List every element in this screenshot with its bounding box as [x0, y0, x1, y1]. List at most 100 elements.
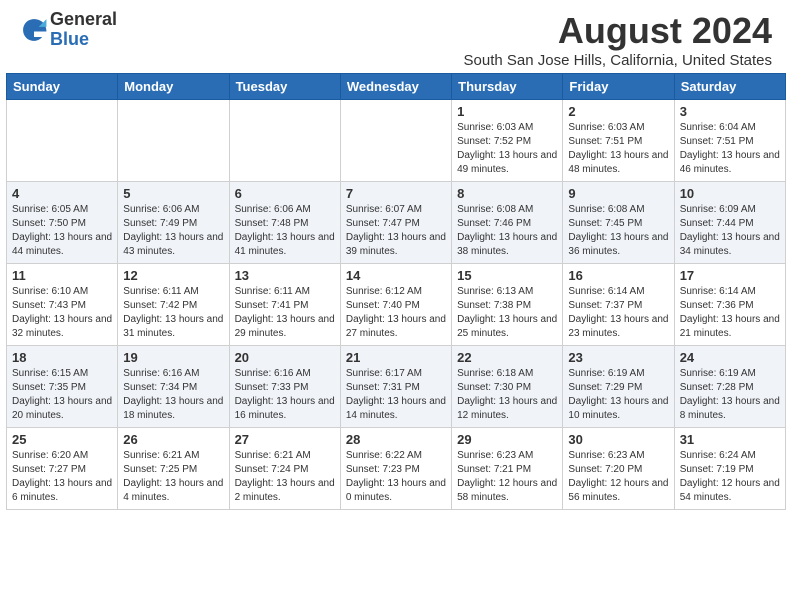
day-number: 23	[568, 350, 668, 365]
day-info: Sunrise: 6:06 AMSunset: 7:49 PMDaylight:…	[123, 203, 223, 259]
calendar-cell: 11 Sunrise: 6:10 AMSunset: 7:43 PMDayligh…	[7, 264, 118, 346]
day-number: 29	[457, 432, 557, 447]
calendar-cell: 6Sunrise: 6:06 AMSunset: 7:48 PMDaylight…	[229, 182, 340, 264]
day-number: 17	[680, 268, 780, 283]
day-info: Sunrise: 6:11 AMSunset: 7:42 PMDaylight:…	[123, 285, 223, 341]
day-info: Sunrise: 6:21 AMSunset: 7:24 PMDaylight:…	[235, 449, 335, 505]
day-number: 10	[680, 186, 780, 201]
logo: General Blue	[20, 10, 117, 50]
day-info: Sunrise: 6:10 AMSunset: 7:43 PMDaylight:…	[12, 285, 112, 341]
day-info: Sunrise: 6:16 AMSunset: 7:33 PMDaylight:…	[235, 367, 335, 423]
day-info: Sunrise: 6:05 AMSunset: 7:50 PMDaylight:…	[12, 203, 112, 259]
day-info: Sunrise: 6:03 AMSunset: 7:52 PMDaylight:…	[457, 121, 557, 177]
calendar-week-row: 25 Sunrise: 6:20 AMSunset: 7:27 PMDayligh…	[7, 428, 786, 510]
day-number: 18	[12, 350, 112, 365]
calendar-cell: 28 Sunrise: 6:22 AMSunset: 7:23 PMDayligh…	[340, 428, 451, 510]
day-info: Sunrise: 6:16 AMSunset: 7:34 PMDaylight:…	[123, 367, 223, 423]
calendar-cell	[118, 100, 229, 182]
header-wednesday: Wednesday	[340, 74, 451, 100]
day-number: 4	[12, 186, 112, 201]
calendar-cell: 12 Sunrise: 6:11 AMSunset: 7:42 PMDayligh…	[118, 264, 229, 346]
day-info: Sunrise: 6:14 AMSunset: 7:36 PMDaylight:…	[680, 285, 780, 341]
day-number: 5	[123, 186, 223, 201]
calendar-cell: 18 Sunrise: 6:15 AMSunset: 7:35 PMDayligh…	[7, 346, 118, 428]
calendar-cell	[7, 100, 118, 182]
subtitle: South San Jose Hills, California, United…	[464, 52, 773, 69]
day-info: Sunrise: 6:12 AMSunset: 7:40 PMDaylight:…	[346, 285, 446, 341]
calendar-cell: 24 Sunrise: 6:19 AMSunset: 7:28 PMDayligh…	[674, 346, 785, 428]
header-monday: Monday	[118, 74, 229, 100]
calendar-header-row: Sunday Monday Tuesday Wednesday Thursday…	[7, 74, 786, 100]
day-number: 20	[235, 350, 335, 365]
calendar-cell	[229, 100, 340, 182]
calendar-cell: 20 Sunrise: 6:16 AMSunset: 7:33 PMDayligh…	[229, 346, 340, 428]
calendar-cell: 9 Sunrise: 6:08 AMSunset: 7:45 PMDaylight…	[563, 182, 674, 264]
calendar-cell	[340, 100, 451, 182]
logo-text: General Blue	[50, 10, 117, 50]
calendar-week-row: 1 Sunrise: 6:03 AMSunset: 7:52 PMDaylight…	[7, 100, 786, 182]
calendar-week-row: 4 Sunrise: 6:05 AMSunset: 7:50 PMDaylight…	[7, 182, 786, 264]
day-info: Sunrise: 6:24 AMSunset: 7:19 PMDaylight:…	[680, 449, 780, 505]
calendar-cell: 27 Sunrise: 6:21 AMSunset: 7:24 PMDayligh…	[229, 428, 340, 510]
calendar-week-row: 18 Sunrise: 6:15 AMSunset: 7:35 PMDayligh…	[7, 346, 786, 428]
day-number: 9	[568, 186, 668, 201]
day-number: 1	[457, 104, 557, 119]
calendar-cell: 23 Sunrise: 6:19 AMSunset: 7:29 PMDayligh…	[563, 346, 674, 428]
calendar-cell: 16Sunrise: 6:14 AMSunset: 7:37 PMDayligh…	[563, 264, 674, 346]
header-thursday: Thursday	[452, 74, 563, 100]
day-info: Sunrise: 6:04 AMSunset: 7:51 PMDaylight:…	[680, 121, 780, 177]
calendar-cell: 5 Sunrise: 6:06 AMSunset: 7:49 PMDaylight…	[118, 182, 229, 264]
day-info: Sunrise: 6:19 AMSunset: 7:29 PMDaylight:…	[568, 367, 668, 423]
page-header: General Blue August 2024 South San Jose …	[0, 0, 792, 73]
day-number: 24	[680, 350, 780, 365]
day-number: 14	[346, 268, 446, 283]
day-number: 3	[680, 104, 780, 119]
calendar-cell: 30Sunrise: 6:23 AMSunset: 7:20 PMDayligh…	[563, 428, 674, 510]
calendar-cell: 2Sunrise: 6:03 AMSunset: 7:51 PMDaylight…	[563, 100, 674, 182]
day-info: Sunrise: 6:15 AMSunset: 7:35 PMDaylight:…	[12, 367, 112, 423]
logo-icon	[20, 16, 48, 44]
calendar-cell: 26 Sunrise: 6:21 AMSunset: 7:25 PMDayligh…	[118, 428, 229, 510]
day-number: 28	[346, 432, 446, 447]
calendar-cell: 14 Sunrise: 6:12 AMSunset: 7:40 PMDayligh…	[340, 264, 451, 346]
day-info: Sunrise: 6:17 AMSunset: 7:31 PMDaylight:…	[346, 367, 446, 423]
day-info: Sunrise: 6:21 AMSunset: 7:25 PMDaylight:…	[123, 449, 223, 505]
calendar-cell: 4 Sunrise: 6:05 AMSunset: 7:50 PMDaylight…	[7, 182, 118, 264]
calendar-cell: 21 Sunrise: 6:17 AMSunset: 7:31 PMDayligh…	[340, 346, 451, 428]
day-info: Sunrise: 6:20 AMSunset: 7:27 PMDaylight:…	[12, 449, 112, 505]
day-number: 27	[235, 432, 335, 447]
day-info: Sunrise: 6:23 AMSunset: 7:20 PMDaylight:…	[568, 449, 668, 505]
day-info: Sunrise: 6:23 AMSunset: 7:21 PMDaylight:…	[457, 449, 557, 505]
day-number: 7	[346, 186, 446, 201]
day-info: Sunrise: 6:13 AMSunset: 7:38 PMDaylight:…	[457, 285, 557, 341]
header-saturday: Saturday	[674, 74, 785, 100]
day-info: Sunrise: 6:22 AMSunset: 7:23 PMDaylight:…	[346, 449, 446, 505]
day-info: Sunrise: 6:18 AMSunset: 7:30 PMDaylight:…	[457, 367, 557, 423]
header-tuesday: Tuesday	[229, 74, 340, 100]
header-friday: Friday	[563, 74, 674, 100]
calendar-cell: 13Sunrise: 6:11 AMSunset: 7:41 PMDayligh…	[229, 264, 340, 346]
day-info: Sunrise: 6:03 AMSunset: 7:51 PMDaylight:…	[568, 121, 668, 177]
calendar-cell: 19 Sunrise: 6:16 AMSunset: 7:34 PMDayligh…	[118, 346, 229, 428]
day-info: Sunrise: 6:07 AMSunset: 7:47 PMDaylight:…	[346, 203, 446, 259]
day-number: 21	[346, 350, 446, 365]
calendar-cell: 25 Sunrise: 6:20 AMSunset: 7:27 PMDayligh…	[7, 428, 118, 510]
title-block: August 2024 South San Jose Hills, Califo…	[464, 10, 773, 69]
day-info: Sunrise: 6:19 AMSunset: 7:28 PMDaylight:…	[680, 367, 780, 423]
day-number: 11	[12, 268, 112, 283]
day-number: 19	[123, 350, 223, 365]
day-number: 26	[123, 432, 223, 447]
day-info: Sunrise: 6:06 AMSunset: 7:48 PMDaylight:…	[235, 203, 335, 259]
calendar-cell: 17 Sunrise: 6:14 AMSunset: 7:36 PMDayligh…	[674, 264, 785, 346]
day-info: Sunrise: 6:08 AMSunset: 7:45 PMDaylight:…	[568, 203, 668, 259]
calendar-cell: 8Sunrise: 6:08 AMSunset: 7:46 PMDaylight…	[452, 182, 563, 264]
day-number: 12	[123, 268, 223, 283]
day-info: Sunrise: 6:11 AMSunset: 7:41 PMDaylight:…	[235, 285, 335, 341]
calendar-cell: 7 Sunrise: 6:07 AMSunset: 7:47 PMDaylight…	[340, 182, 451, 264]
calendar-cell: 31Sunrise: 6:24 AMSunset: 7:19 PMDayligh…	[674, 428, 785, 510]
header-sunday: Sunday	[7, 74, 118, 100]
day-number: 25	[12, 432, 112, 447]
day-info: Sunrise: 6:14 AMSunset: 7:37 PMDaylight:…	[568, 285, 668, 341]
calendar-cell: 3 Sunrise: 6:04 AMSunset: 7:51 PMDaylight…	[674, 100, 785, 182]
calendar-cell: 22Sunrise: 6:18 AMSunset: 7:30 PMDayligh…	[452, 346, 563, 428]
